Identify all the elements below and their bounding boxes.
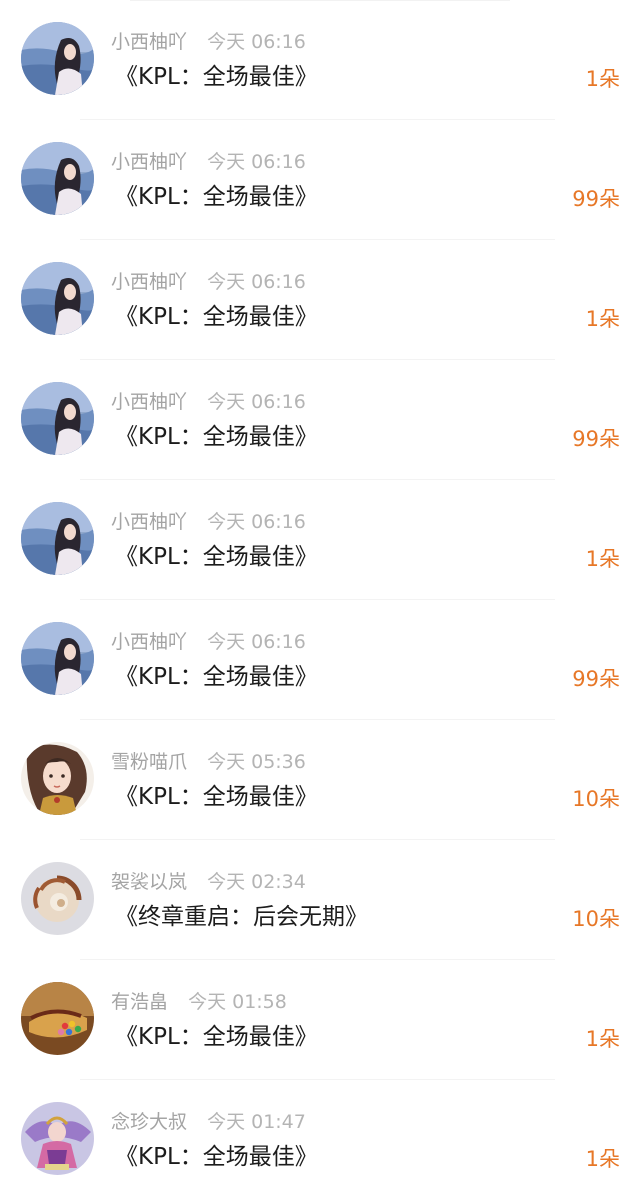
sender-name[interactable]: 小西柚吖: [111, 391, 187, 413]
list-item[interactable]: 小西柚吖 今天 06:16 《KPL：全场最佳》 1朵: [0, 480, 640, 600]
avatar[interactable]: [21, 262, 94, 335]
avatar[interactable]: [21, 142, 94, 215]
timestamp: 今天 01:58: [188, 991, 287, 1013]
girl-sea-avatar-icon: [21, 262, 94, 335]
timestamp: 今天 06:16: [207, 31, 306, 53]
sender-name[interactable]: 小西柚吖: [111, 31, 187, 53]
timestamp: 今天 05:36: [207, 751, 306, 773]
work-title: 《KPL：全场最佳》: [115, 1144, 318, 1170]
work-title: 《KPL：全场最佳》: [115, 184, 318, 210]
item-meta: 袈裟以岚 今天 02:34: [111, 869, 306, 895]
gift-count: 1朵: [585, 1147, 620, 1171]
item-meta: 小西柚吖 今天 06:16: [111, 29, 306, 55]
list-item[interactable]: 袈裟以岚 今天 02:34 《终章重启：后会无期》 10朵: [0, 840, 640, 960]
avatar[interactable]: [21, 502, 94, 575]
gift-count: 99朵: [572, 187, 620, 211]
list-item[interactable]: 有浩畠 今天 01:58 《KPL：全场最佳》 1朵: [0, 960, 640, 1080]
sender-name[interactable]: 小西柚吖: [111, 151, 187, 173]
list-item[interactable]: 小西柚吖 今天 06:16 《KPL：全场最佳》 99朵: [0, 600, 640, 720]
work-title: 《KPL：全场最佳》: [115, 784, 318, 810]
item-meta: 小西柚吖 今天 06:16: [111, 629, 306, 655]
work-title: 《KPL：全场最佳》: [115, 664, 318, 690]
item-meta: 小西柚吖 今天 06:16: [111, 149, 306, 175]
list-item[interactable]: 小西柚吖 今天 06:16 《KPL：全场最佳》 99朵: [0, 120, 640, 240]
item-meta: 小西柚吖 今天 06:16: [111, 509, 306, 535]
candy-jar-avatar-icon: [21, 982, 94, 1055]
game-character-avatar-icon: [21, 1102, 94, 1175]
item-meta: 念珍大叔 今天 01:47: [111, 1109, 306, 1135]
avatar[interactable]: [21, 382, 94, 455]
gift-count: 99朵: [572, 427, 620, 451]
item-meta: 雪粉喵爪 今天 05:36: [111, 749, 306, 775]
girl-sea-avatar-icon: [21, 142, 94, 215]
girl-sea-avatar-icon: [21, 622, 94, 695]
work-title: 《终章重启：后会无期》: [115, 904, 368, 930]
gift-count: 10朵: [572, 907, 620, 931]
sender-name[interactable]: 小西柚吖: [111, 631, 187, 653]
sender-name[interactable]: 小西柚吖: [111, 271, 187, 293]
timestamp: 今天 06:16: [207, 631, 306, 653]
list-item[interactable]: 小西柚吖 今天 06:16 《KPL：全场最佳》 99朵: [0, 360, 640, 480]
gift-count: 1朵: [585, 547, 620, 571]
work-title: 《KPL：全场最佳》: [115, 424, 318, 450]
sender-name[interactable]: 小西柚吖: [111, 511, 187, 533]
timestamp: 今天 01:47: [207, 1111, 306, 1133]
work-title: 《KPL：全场最佳》: [115, 64, 318, 90]
avatar[interactable]: [21, 982, 94, 1055]
list-item[interactable]: 小西柚吖 今天 06:16 《KPL：全场最佳》 1朵: [0, 240, 640, 360]
nautilus-shell-avatar-icon: [21, 862, 94, 935]
timestamp: 今天 06:16: [207, 151, 306, 173]
gift-count: 10朵: [572, 787, 620, 811]
list-item[interactable]: 念珍大叔 今天 01:47 《KPL：全场最佳》 1朵: [0, 1080, 640, 1200]
avatar[interactable]: [21, 22, 94, 95]
avatar[interactable]: [21, 1102, 94, 1175]
gift-count: 99朵: [572, 667, 620, 691]
gift-count: 1朵: [585, 1027, 620, 1051]
gift-count: 1朵: [585, 67, 620, 91]
list-item[interactable]: 雪粉喵爪 今天 05:36 《KPL：全场最佳》 10朵: [0, 720, 640, 840]
item-meta: 小西柚吖 今天 06:16: [111, 389, 306, 415]
timestamp: 今天 06:16: [207, 271, 306, 293]
girl-sea-avatar-icon: [21, 22, 94, 95]
list-item[interactable]: 小西柚吖 今天 06:16 《KPL：全场最佳》 1朵: [0, 0, 640, 120]
sender-name[interactable]: 有浩畠: [111, 991, 168, 1013]
sender-name[interactable]: 袈裟以岚: [111, 871, 187, 893]
work-title: 《KPL：全场最佳》: [115, 1024, 318, 1050]
timestamp: 今天 06:16: [207, 391, 306, 413]
avatar[interactable]: [21, 742, 94, 815]
work-title: 《KPL：全场最佳》: [115, 304, 318, 330]
girl-sea-avatar-icon: [21, 502, 94, 575]
timestamp: 今天 02:34: [207, 871, 306, 893]
avatar[interactable]: [21, 862, 94, 935]
girl-sea-avatar-icon: [21, 382, 94, 455]
work-title: 《KPL：全场最佳》: [115, 544, 318, 570]
item-meta: 有浩畠 今天 01:58: [111, 989, 287, 1015]
sender-name[interactable]: 念珍大叔: [111, 1111, 187, 1133]
avatar[interactable]: [21, 622, 94, 695]
item-meta: 小西柚吖 今天 06:16: [111, 269, 306, 295]
timestamp: 今天 06:16: [207, 511, 306, 533]
anime-girl-avatar-icon: [21, 742, 94, 815]
gift-count: 1朵: [585, 307, 620, 331]
sender-name[interactable]: 雪粉喵爪: [111, 751, 187, 773]
gift-record-list: 小西柚吖 今天 06:16 《KPL：全场最佳》 1朵 小西柚吖 今天 06:1…: [0, 0, 640, 1198]
